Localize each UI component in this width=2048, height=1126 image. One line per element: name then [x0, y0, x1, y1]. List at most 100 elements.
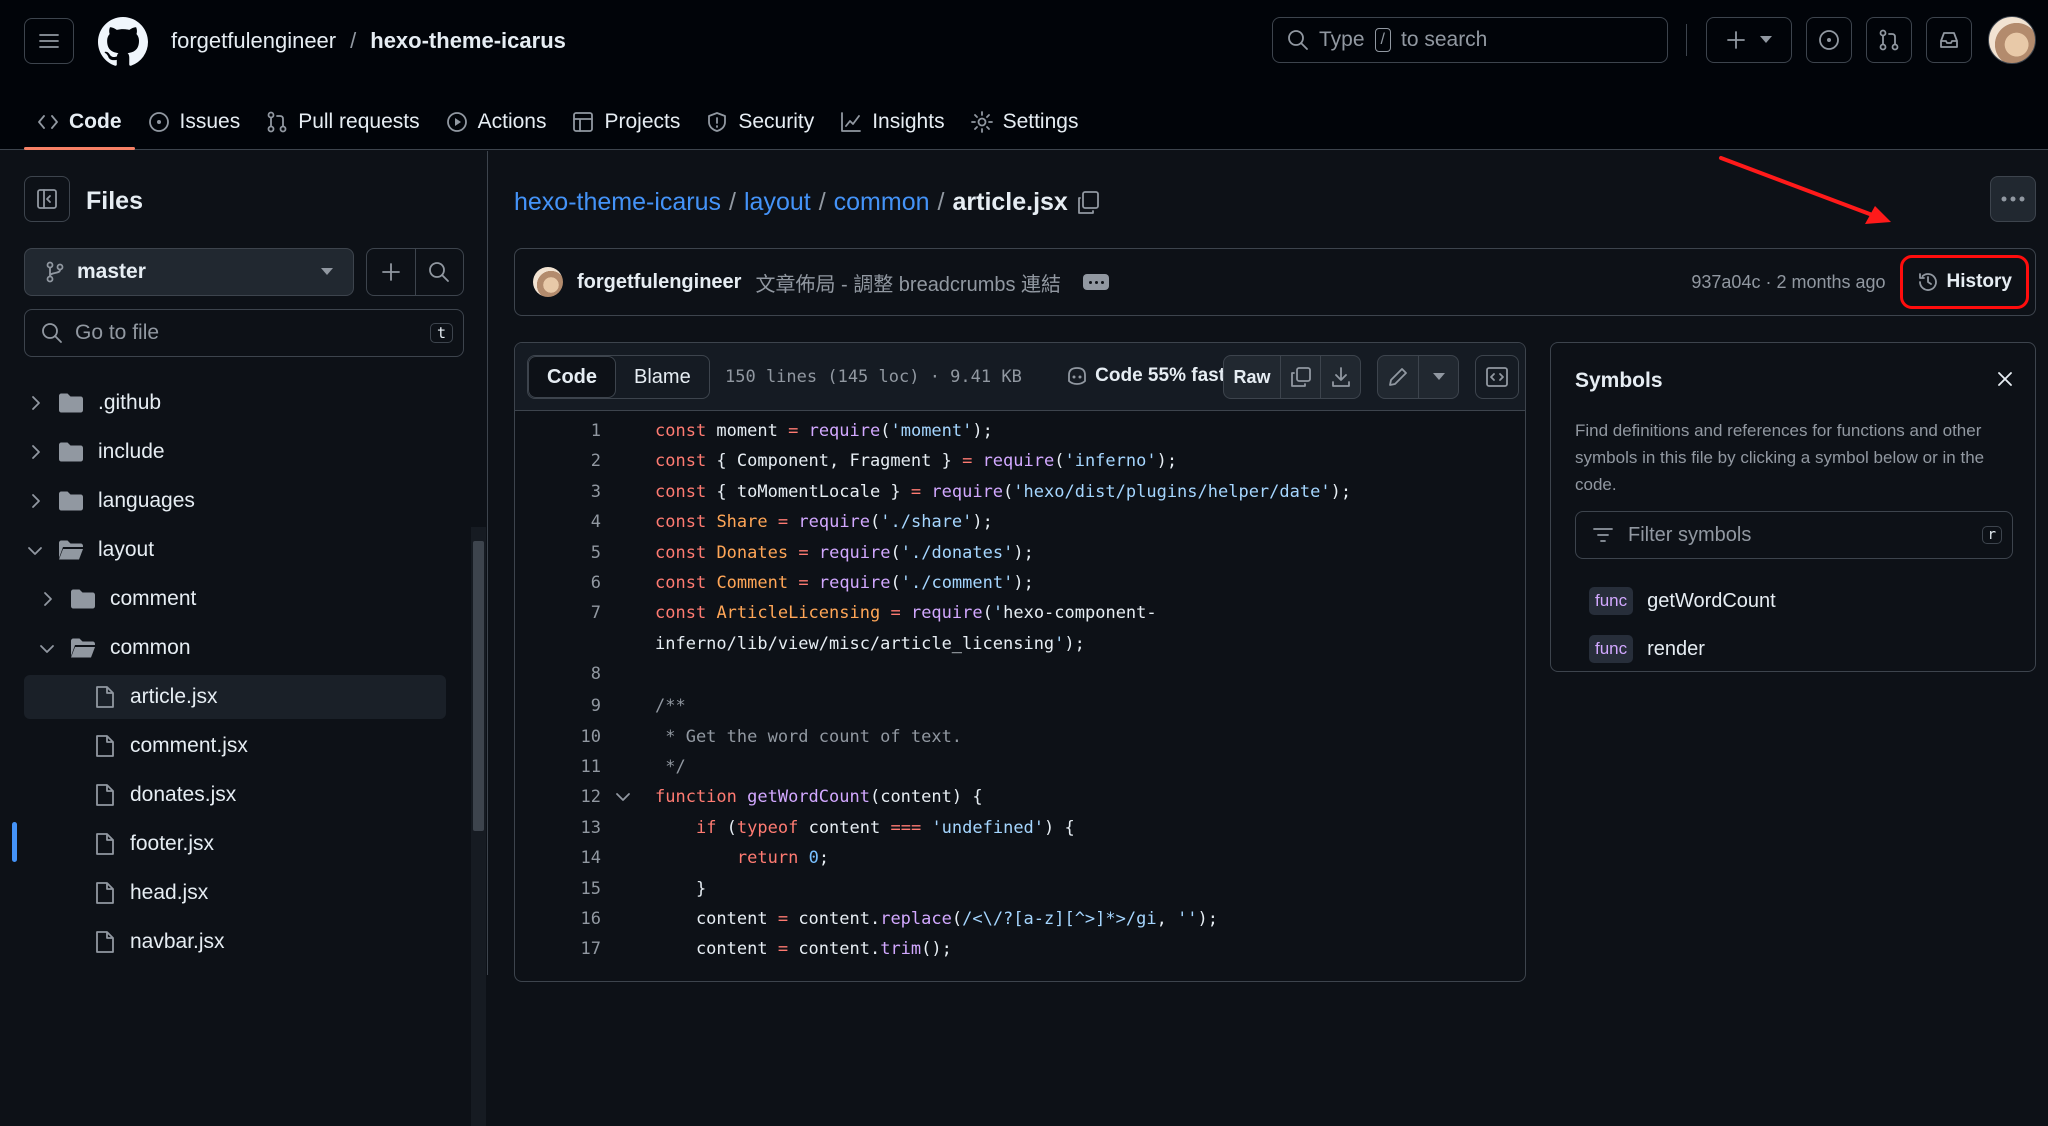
code-line[interactable]: }	[655, 879, 706, 899]
blame-tab[interactable]: Blame	[616, 356, 709, 398]
copilot-promo[interactable]: Code 55% faster	[1065, 365, 1243, 387]
tab-pull-requests[interactable]: Pull requests	[253, 94, 432, 150]
code-line[interactable]: const Share = require('./share');	[655, 512, 993, 532]
commit-message[interactable]: 文章佈局 - 調整 breadcrumbs 連結	[755, 268, 1061, 297]
code-line[interactable]: const { Component, Fragment } = require(…	[655, 451, 1177, 471]
line-number[interactable]: 14	[515, 848, 601, 868]
code-line[interactable]: return 0;	[655, 848, 829, 868]
owner-link[interactable]: forgetfulengineer	[171, 28, 336, 54]
tab-issues[interactable]: Issues	[135, 94, 254, 150]
your-pull-requests-button[interactable]	[1866, 17, 1912, 63]
close-icon[interactable]	[1995, 369, 2015, 389]
file-tree-folder[interactable]: .github	[24, 381, 446, 425]
repo-link[interactable]: hexo-theme-icarus	[370, 28, 566, 54]
line-number[interactable]: 8	[515, 664, 601, 684]
line-number[interactable]: 15	[515, 879, 601, 899]
file-tree-folder[interactable]: comment	[24, 577, 446, 621]
symbol-item[interactable]: func getWordCount	[1589, 587, 1776, 615]
search-files-button[interactable]	[414, 249, 464, 295]
symbol-item[interactable]: func render	[1589, 635, 1705, 663]
code-line[interactable]: const { toMomentLocale } = require('hexo…	[655, 482, 1351, 502]
file-tree-file[interactable]: donates.jsx	[24, 773, 446, 817]
tab-code[interactable]: Code	[24, 94, 135, 150]
file-tree-file[interactable]: head.jsx	[24, 871, 446, 915]
line-number[interactable]: 6	[515, 573, 601, 593]
path-layout-link[interactable]: layout	[744, 188, 811, 217]
chevron-right-icon[interactable]	[26, 443, 44, 461]
line-number[interactable]: 5	[515, 543, 601, 563]
scrollbar-thumb[interactable]	[473, 541, 484, 831]
add-file-button[interactable]	[367, 249, 415, 295]
code-line[interactable]: /**	[655, 696, 686, 716]
tab-insights[interactable]: Insights	[827, 94, 957, 150]
line-number[interactable]: 1	[515, 421, 601, 441]
path-repo-link[interactable]: hexo-theme-icarus	[514, 188, 721, 217]
github-logo-icon[interactable]	[98, 17, 148, 67]
line-number[interactable]: 2	[515, 451, 601, 471]
fold-toggle[interactable]	[615, 789, 631, 805]
file-tree-file[interactable]: footer.jsx	[24, 822, 446, 866]
create-new-button[interactable]	[1706, 17, 1792, 63]
path-common-link[interactable]: common	[834, 188, 930, 217]
chevron-down-icon[interactable]	[26, 541, 44, 559]
code-line[interactable]: * Get the word count of text.	[655, 727, 962, 747]
download-button[interactable]	[1320, 356, 1360, 398]
filter-symbols-input[interactable]: Filter symbols r	[1575, 511, 2013, 559]
edit-dropdown-button[interactable]	[1418, 356, 1458, 398]
file-tree-folder[interactable]: include	[24, 430, 446, 474]
code-line[interactable]: const ArticleLicensing = require('hexo-c…	[655, 603, 1157, 623]
sidebar-scrollbar[interactable]	[471, 527, 486, 1126]
chevron-right-icon[interactable]	[26, 394, 44, 412]
menu-button[interactable]	[24, 18, 74, 64]
commit-meta[interactable]: 937a04c · 2 months ago	[1691, 272, 1885, 293]
file-tree-file[interactable]: navbar.jsx	[24, 920, 446, 964]
raw-button[interactable]: Raw	[1224, 356, 1280, 398]
file-tree-file[interactable]: article.jsx	[24, 675, 446, 719]
symbols-toggle-button[interactable]	[1475, 355, 1519, 399]
collapse-sidebar-button[interactable]	[24, 176, 70, 222]
line-number[interactable]: 17	[515, 939, 601, 959]
copy-raw-button[interactable]	[1280, 356, 1320, 398]
inbox-button[interactable]	[1926, 17, 1972, 63]
line-number[interactable]: 11	[515, 757, 601, 777]
code-line[interactable]: if (typeof content === 'undefined') {	[655, 818, 1075, 838]
code-line[interactable]: inferno/lib/view/misc/article_licensing'…	[655, 634, 1085, 654]
file-tree-folder[interactable]: languages	[24, 479, 446, 523]
line-number[interactable]: 9	[515, 696, 601, 716]
tab-actions[interactable]: Actions	[433, 94, 560, 150]
code-line[interactable]: content = content.trim();	[655, 939, 952, 959]
line-number[interactable]: 12	[515, 787, 601, 807]
chevron-down-icon[interactable]	[38, 639, 56, 657]
search-input[interactable]: Type / to search	[1272, 17, 1668, 63]
file-tree-folder[interactable]: common	[24, 626, 446, 670]
commit-author-avatar[interactable]	[533, 267, 563, 297]
copy-path-icon[interactable]	[1076, 190, 1100, 216]
line-number[interactable]: 4	[515, 512, 601, 532]
line-number[interactable]: 7	[515, 603, 601, 623]
tab-projects[interactable]: Projects	[559, 94, 693, 150]
go-to-file-input[interactable]: Go to file t	[24, 309, 464, 357]
line-number[interactable]: 13	[515, 818, 601, 838]
code-line[interactable]: content = content.replace(/<\/?[a-z][^>]…	[655, 909, 1218, 929]
code-line[interactable]: */	[655, 757, 685, 777]
user-avatar[interactable]	[1988, 16, 2036, 64]
code-line[interactable]: const moment = require('moment');	[655, 421, 993, 441]
file-tree-folder[interactable]: layout	[24, 528, 446, 572]
code-tab[interactable]: Code	[528, 356, 616, 398]
line-number[interactable]: 16	[515, 909, 601, 929]
tab-settings[interactable]: Settings	[958, 94, 1092, 150]
code-line[interactable]: function getWordCount(content) {	[655, 787, 983, 807]
more-options-button[interactable]	[1990, 176, 2036, 222]
edit-file-button[interactable]	[1378, 356, 1418, 398]
code-line[interactable]: const Comment = require('./comment');	[655, 573, 1034, 593]
your-issues-button[interactable]	[1806, 17, 1852, 63]
tab-security[interactable]: Security	[693, 94, 827, 150]
expand-commit-button[interactable]	[1083, 274, 1110, 290]
file-tree-file[interactable]: comment.jsx	[24, 724, 446, 768]
line-number[interactable]: 10	[515, 727, 601, 747]
line-number[interactable]: 3	[515, 482, 601, 502]
commit-author[interactable]: forgetfulengineer	[577, 271, 741, 294]
history-button[interactable]: History	[1899, 255, 2029, 309]
chevron-right-icon[interactable]	[38, 590, 56, 608]
chevron-right-icon[interactable]	[26, 492, 44, 510]
